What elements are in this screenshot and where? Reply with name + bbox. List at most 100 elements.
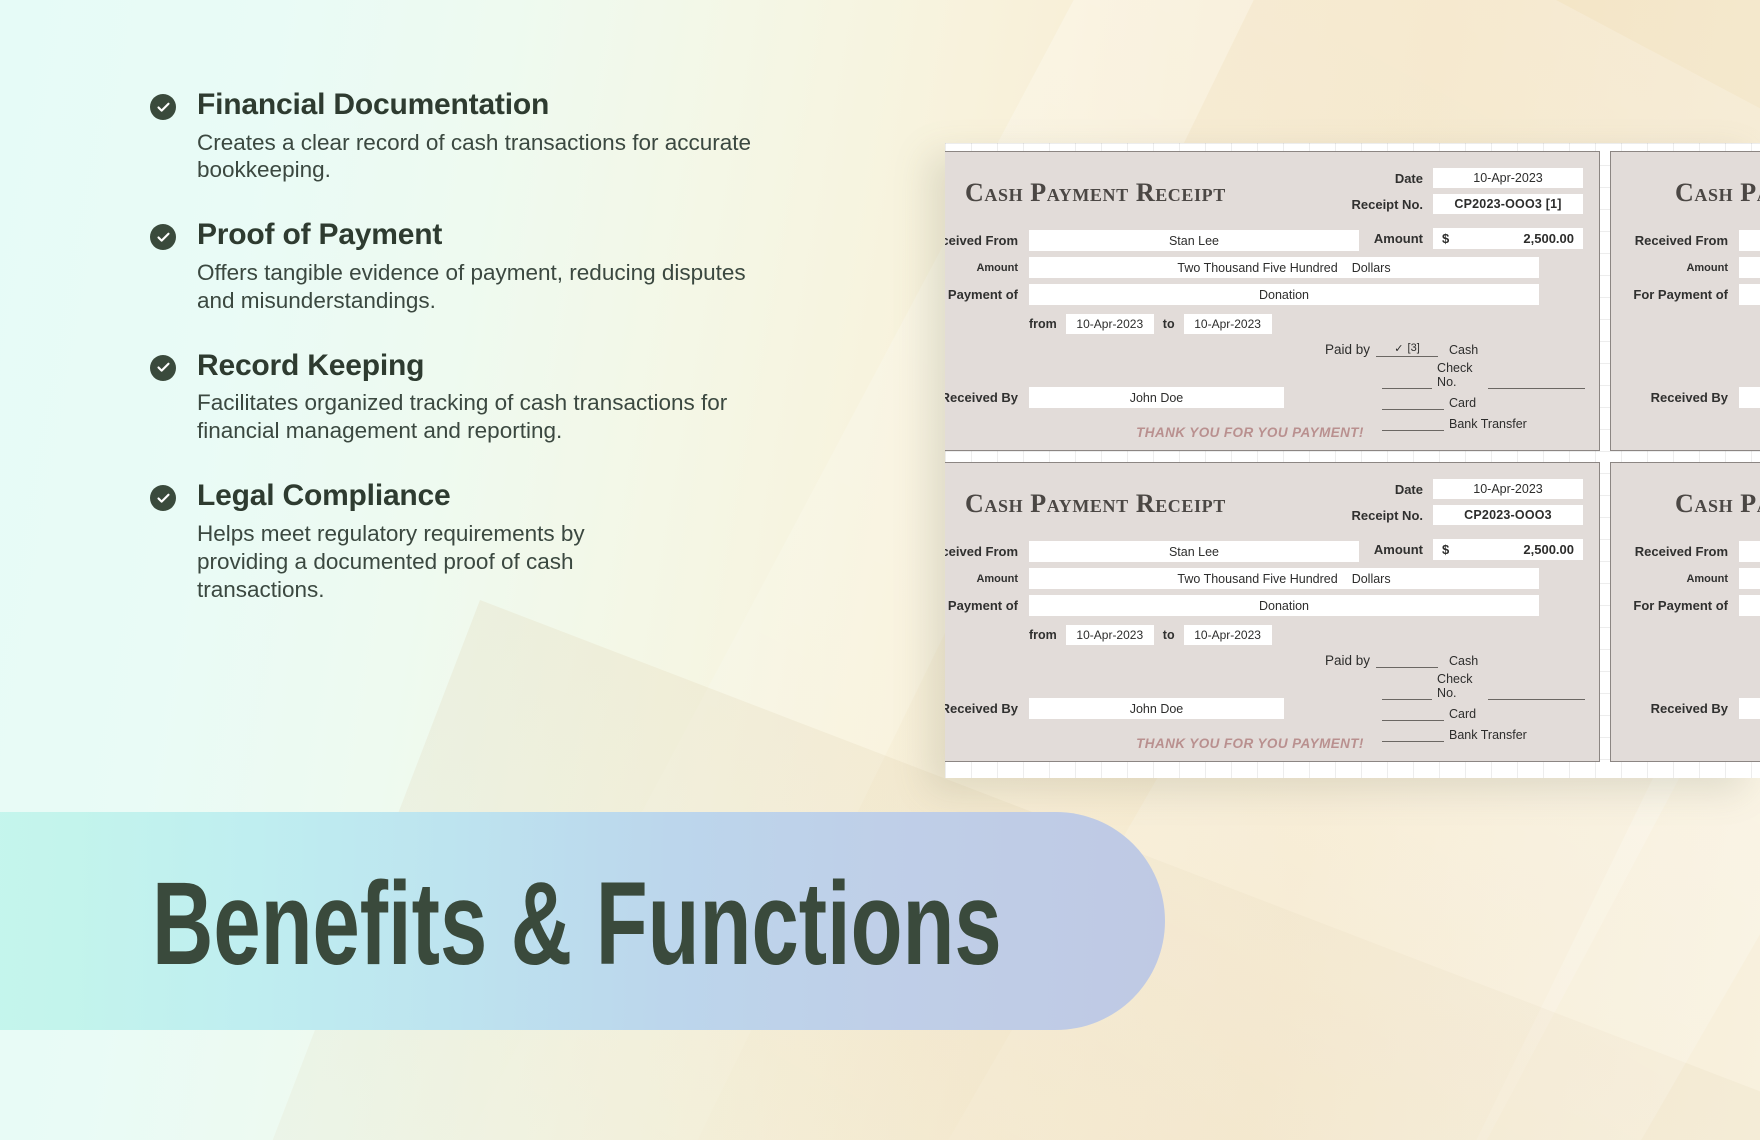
received-by-value[interactable]: John Doe [1739, 698, 1760, 719]
receipt-body-fields: Received From Stan Lee Amount Two Thousa… [945, 230, 1539, 334]
benefit-title: Legal Compliance [197, 479, 451, 513]
amount-words-row: Amount Two Thousand Five Hundred [1629, 568, 1760, 589]
date-value[interactable]: 10-Apr-2023 [1433, 168, 1583, 188]
amount-words-value: Two Thousand Five Hundred [1177, 260, 1338, 275]
received-from-label: Received From [945, 233, 1018, 248]
received-by-label: Received By [945, 701, 1018, 716]
receipt-title: Cash Payment Receipt [965, 489, 1226, 518]
for-payment-of-value[interactable]: Donation [1739, 284, 1760, 305]
receipt-no-value[interactable]: CP2023-OOO3 [1433, 505, 1583, 525]
benefit-title: Financial Documentation [197, 88, 550, 121]
benefit-description: Helps meet regulatory requirements by pr… [197, 520, 585, 602]
received-from-value[interactable]: Stan Lee [1029, 230, 1359, 251]
amount-words-unit: Dollars [1351, 260, 1391, 275]
benefit-item: Record Keeping Facilitates organized tra… [150, 349, 800, 445]
for-payment-of-label: For Payment of [1633, 598, 1728, 613]
received-from-label: Received From [1634, 544, 1728, 559]
date-row: Date 10-Apr-2023 [1298, 168, 1583, 188]
for-payment-of-value[interactable]: Donation [1739, 595, 1760, 616]
received-from-row: Received From Stan Lee [1629, 230, 1760, 251]
amount-words-label: Amount [976, 261, 1018, 274]
date-from-value[interactable]: 10-Apr-2023 [1065, 314, 1154, 334]
received-from-row: Received From Stan Lee [1629, 541, 1760, 562]
amount-words-value: Two Thousand Five Hundred [1177, 571, 1338, 586]
paid-by-cash-label: Cash [1449, 654, 1479, 668]
check-circle-icon [150, 485, 176, 512]
check-circle-icon [150, 224, 176, 251]
received-from-value[interactable]: Stan Lee [1029, 541, 1359, 562]
received-by-value[interactable]: John Doe [1029, 698, 1284, 719]
from-label: from [1029, 628, 1057, 642]
received-from-value[interactable]: Stan Lee [1739, 541, 1760, 562]
check-circle-icon [150, 94, 176, 120]
receipt-column-primary: Cash Payment Receipt Date 10-Apr-2023 Re… [945, 151, 1600, 762]
received-from-label: Received From [945, 544, 1018, 559]
for-payment-of-value[interactable]: Donation [1029, 284, 1539, 305]
received-by-label: Received By [1650, 701, 1728, 716]
thank-you-message: THANK YOU FOR YOU PAYMENT! [1136, 425, 1364, 440]
page-title: Benefits & Functions [152, 858, 1002, 990]
benefit-description: Offers tangible evidence of payment, red… [197, 259, 746, 313]
paid-by-label: Paid by [1325, 653, 1371, 668]
receipt-no-value[interactable]: CP2023-OOO3 [1] [1433, 194, 1583, 214]
amount-words-label: Amount [976, 572, 1018, 585]
receipt-title: Cash Payment Receipt [1675, 489, 1760, 518]
benefit-item: Proof of Payment Offers tangible evidenc… [150, 218, 800, 314]
for-payment-of-row: For Payment of Donation [1629, 284, 1760, 305]
benefit-title: Proof of Payment [197, 218, 443, 252]
amount-words-value-box[interactable]: Two Thousand Five Hundred [1739, 257, 1760, 278]
benefit-header: Financial Documentation [150, 88, 800, 122]
receipt-card[interactable]: Cash Payment Receipt Received From Stan … [1610, 151, 1760, 451]
date-value[interactable]: 10-Apr-2023 [1433, 479, 1583, 499]
received-from-value[interactable]: Stan Lee [1739, 230, 1760, 251]
amount-words-label: Amount [1686, 572, 1728, 585]
for-payment-of-label: For Payment of [945, 287, 1018, 302]
date-to-value[interactable]: 10-Apr-2023 [1183, 625, 1272, 645]
paid-by-cash-row: Paid by Cash [1325, 651, 1585, 668]
for-payment-of-row: For Payment of Donation [945, 284, 1539, 305]
paid-by-cash-checkbox[interactable] [1376, 651, 1439, 668]
from-label: from [1029, 317, 1057, 331]
receipt-title: Cash Payment Receipt [1675, 178, 1760, 207]
date-to-value[interactable]: 10-Apr-2023 [1183, 314, 1272, 334]
paid-by-label: Paid by [1325, 342, 1371, 357]
benefit-item: Financial Documentation Creates a clear … [150, 88, 800, 184]
received-by-value[interactable]: John Doe [1739, 387, 1760, 408]
receipt-card[interactable]: Cash Payment Receipt Date 10-Apr-2023 Re… [945, 462, 1600, 762]
receipt-no-label: Receipt No. [1351, 507, 1423, 523]
receipt-no-row: Receipt No. CP2023-OOO3 [1298, 505, 1583, 525]
for-payment-of-label: For Payment of [945, 598, 1018, 613]
paid-by-check-label: Check No. [1437, 361, 1473, 389]
amount-words-row: Amount Two Thousand Five Hundred Dollars [945, 568, 1539, 589]
checkmark-icon: ✓ [1394, 342, 1404, 355]
for-payment-of-row: For Payment of Donation [1629, 595, 1760, 616]
to-label: to [1162, 317, 1175, 331]
amount-words-value-box[interactable]: Two Thousand Five Hundred Dollars [1029, 257, 1539, 278]
benefit-header: Record Keeping [150, 349, 800, 383]
paid-by-group: Paid by ✓ [3] Cash Check No. Card Bank T… [1325, 340, 1586, 431]
benefit-item: Legal Compliance Helps meet regulatory r… [150, 479, 800, 603]
receipt-body-fields: Received From Stan Lee Amount Two Thousa… [945, 541, 1539, 645]
date-range-row: from 10-Apr-2023 to 10-Apr-2023 [945, 314, 1539, 334]
received-by-row: Received By John Doe [945, 387, 1539, 408]
amount-words-value-box[interactable]: Two Thousand Five Hundred Dollars [1029, 568, 1539, 589]
date-range-row: from 10-Apr-2023 to 10-Apr-2023 [945, 625, 1539, 645]
date-from-value[interactable]: 10-Apr-2023 [1065, 625, 1154, 645]
for-payment-of-value[interactable]: Donation [1029, 595, 1539, 616]
receipt-card[interactable]: Cash Payment Receipt Received From Stan … [1610, 462, 1760, 762]
paid-by-check-row: Check No. [1382, 361, 1586, 389]
spreadsheet-preview: Cash Payment Receipt Date 10-Apr-2023 Re… [945, 143, 1760, 778]
receipt-card[interactable]: Cash Payment Receipt Date 10-Apr-2023 Re… [945, 151, 1600, 451]
benefits-list: Financial Documentation Creates a clear … [150, 88, 800, 637]
amount-words-value-box[interactable]: Two Thousand Five Hundred [1739, 568, 1760, 589]
paid-by-cash-checkbox[interactable]: ✓ [3] [1376, 340, 1439, 357]
date-label: Date [1394, 481, 1423, 497]
paid-by-cash-label: Cash [1449, 343, 1479, 357]
benefit-header: Proof of Payment [150, 218, 800, 252]
receipt-column-secondary: Cash Payment Receipt Received From Stan … [1610, 151, 1760, 762]
paid-by-cash-row: Paid by ✓ [3] Cash [1325, 340, 1585, 357]
received-by-value[interactable]: John Doe [1029, 387, 1284, 408]
received-from-label: Received From [1634, 233, 1728, 248]
received-from-row: Received From Stan Lee [945, 230, 1539, 251]
paid-by-count: [3] [1407, 342, 1420, 354]
